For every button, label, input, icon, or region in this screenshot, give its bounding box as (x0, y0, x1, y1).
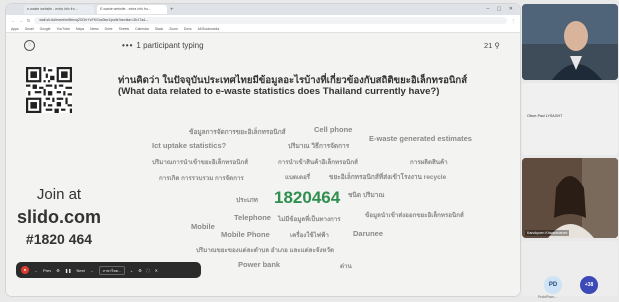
participant-name: Kanokporn Khwanmanee (525, 230, 570, 236)
word-cloud-item: Power bank (238, 260, 281, 269)
typing-text: 1 participant typing (136, 41, 204, 50)
new-tab-icon[interactable]: + (170, 7, 174, 13)
bookmark-item[interactable]: Docs (184, 27, 192, 31)
word-cloud-item: แบตเตอรี่ (285, 174, 311, 181)
word-cloud-item: ชนิด ปริมาณ (348, 192, 385, 199)
qr-code (26, 67, 72, 113)
word-cloud-item: ปริมาณ วิธีการจัดการ (288, 143, 350, 150)
close-icon[interactable]: ✕ (155, 268, 158, 273)
fullscreen-icon[interactable]: ⛶ (147, 268, 150, 273)
more-participants-badge[interactable]: +38 (580, 276, 598, 294)
avatar[interactable]: PD (544, 276, 562, 294)
word-cloud-item: เครื่องใช้ไฟฟ้า (290, 232, 329, 239)
bookmark-item[interactable]: Drive (105, 27, 113, 31)
question-english: (What data related to e-waste statistics… (118, 86, 440, 97)
next-label[interactable]: Next (77, 268, 85, 273)
user-icon: ⚲ (492, 41, 500, 50)
word-cloud-item: การนำเข้าสินค้าอิเล็กทรอนิกส์ (278, 159, 358, 166)
slido-logo-icon: ◌ (24, 40, 35, 51)
word-cloud-item: Mobile Phone (221, 230, 270, 239)
slido-wall: ◌ ••• 1 participant typing 21 ⚲ Join at … (6, 33, 520, 296)
bookmark-item[interactable]: Maps (76, 27, 84, 31)
video-tile-participant[interactable] (522, 4, 618, 80)
chevron-down-icon[interactable]: ⌄ (130, 268, 133, 273)
video-tile-participant[interactable]: Kanokporn Khwanmanee (522, 158, 618, 238)
bookmark-item[interactable]: News (90, 27, 98, 31)
word-cloud-item: E-waste generated estimates (369, 134, 472, 143)
word-cloud-item: ปริมาณการนำเข้าขยะอิเล็กทรอนิกส์ (152, 159, 249, 166)
join-at-label: Join at (36, 186, 82, 203)
bookmark-item[interactable]: Zoom (169, 27, 178, 31)
join-domain: slido.com (16, 207, 101, 227)
word-cloud-item: ปริมาณขยะของแต่ละตำบล อำเภอ และแต่ละจังห… (196, 247, 335, 254)
video-tile-name[interactable]: Oliver-Paul LYSAGHT (522, 83, 618, 155)
word-cloud-item: ข้อมูลนำเข้าส่งออกขยะอิเล็กทรอนิกส์ (365, 212, 464, 219)
word-cloud-item: Ict uptake statistics? (152, 141, 227, 150)
tab-bar: e-waste website - extra info fro... E-wa… (6, 4, 520, 15)
back-icon[interactable]: ← (11, 18, 15, 23)
browser-tab-1[interactable]: e-waste website - extra info fro... (24, 5, 94, 14)
gear-icon[interactable]: ⚙ (138, 268, 142, 273)
word-cloud-item: Cell phone (314, 125, 353, 134)
pause-icon[interactable]: ❚❚ (65, 268, 72, 273)
video-panel: Oliver-Paul LYSAGHT Kanokporn Khwanmanee… (522, 4, 618, 299)
participant-video-icon (522, 4, 618, 80)
screen: e-waste website - extra info fro... E-wa… (0, 0, 619, 302)
prev-arrow-icon[interactable]: ← (34, 268, 38, 273)
video-tile-avatars (522, 241, 618, 296)
bookmarks-bar: Apps Gmail Google YouTube Maps News Driv… (6, 25, 520, 33)
participant-name: Oliver-Paul LYSAGHT (527, 114, 563, 118)
participant-video-icon (522, 158, 618, 238)
word-cloud-item: ขยะอิเล็กทรอนิกส์ที่ส่งเข้าโรงงาน recycl… (329, 174, 447, 181)
next-arrow-icon[interactable]: → (90, 268, 94, 273)
typing-indicator: ••• 1 participant typing (122, 41, 204, 50)
word-cloud-item: การผลิตสินค้า (410, 159, 448, 166)
presenter-controls: ● ← Prev ⚙ ❚❚ Next → ภาษาไทย... ⌄ ⚙ ⛶ ✕ (16, 262, 201, 278)
avatar-label: ProfsPhan... (538, 295, 557, 299)
settings-icon[interactable]: ⚙ (56, 268, 60, 273)
bookmark-item[interactable]: Gmail (25, 27, 34, 31)
typing-dots-icon: ••• (122, 41, 134, 50)
word-cloud-item: ประเภท (236, 197, 258, 204)
url-input[interactable]: wall.sli.do/event/mWmvq2GOrrYzFKGxa3wr1/… (34, 16, 507, 24)
question-thai: ท่านคิดว่า ในปัจจุบันประเทศไทยมีข้อมูลอะ… (118, 75, 468, 86)
word-cloud-item: Mobile (191, 222, 215, 231)
word-cloud-item: ข้อมูลการจัดการขยะอิเล็กทรอนิกส์ (189, 129, 286, 136)
extensions-icon[interactable]: ⋮ (511, 18, 515, 23)
browser-window: e-waste website - extra info fro... E-wa… (6, 4, 520, 296)
reload-icon[interactable]: ↻ (27, 18, 30, 23)
word-cloud-item: Darunee (353, 229, 384, 238)
word-cloud-item: ต่าน (340, 263, 352, 270)
bookmark-item[interactable]: Sheets (119, 27, 130, 31)
bookmark-item[interactable]: All Bookmarks (198, 27, 220, 31)
language-select[interactable]: ภาษาไทย... (98, 265, 125, 275)
word-cloud-item: ไม่มีข้อมูลที่เป็นทางการ (278, 216, 341, 223)
address-bar: ← → ↻ wall.sli.do/event/mWmvq2GOrrYzFKGx… (6, 15, 520, 25)
word-cloud-item-top: 1820464 (274, 188, 341, 207)
browser-tab-2[interactable]: E-waste website - extra info fro... (97, 5, 167, 14)
prev-label[interactable]: Prev (43, 268, 51, 273)
bookmark-item[interactable]: Apps (11, 27, 19, 31)
word-cloud-item: Telephone (234, 213, 271, 222)
participant-counter: 21 ⚲ (484, 41, 500, 50)
record-icon[interactable]: ● (21, 266, 29, 274)
event-code: #1820 464 (25, 231, 93, 247)
bookmark-item[interactable]: YouTube (57, 27, 70, 31)
word-cloud-item: การเกิด การรวบรวม การจัดการ (159, 175, 244, 182)
forward-icon[interactable]: → (19, 18, 23, 23)
window-controls-icon[interactable]: – ▢ ✕ (487, 6, 516, 12)
bookmark-item[interactable]: Slack (155, 27, 163, 31)
bookmark-item[interactable]: Calendar (135, 27, 149, 31)
bookmark-item[interactable]: Google (40, 27, 51, 31)
